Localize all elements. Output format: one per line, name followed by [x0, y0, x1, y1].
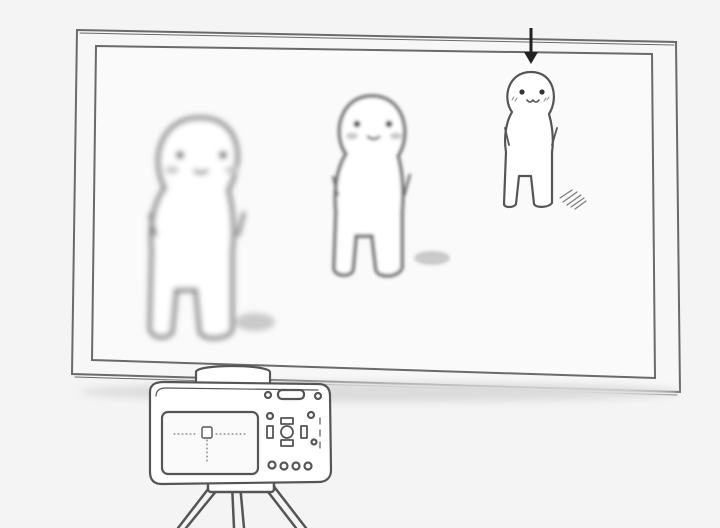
- camera-screen: [160, 410, 260, 476]
- camera-icon: [148, 364, 333, 486]
- illustration-scene: [0, 0, 720, 528]
